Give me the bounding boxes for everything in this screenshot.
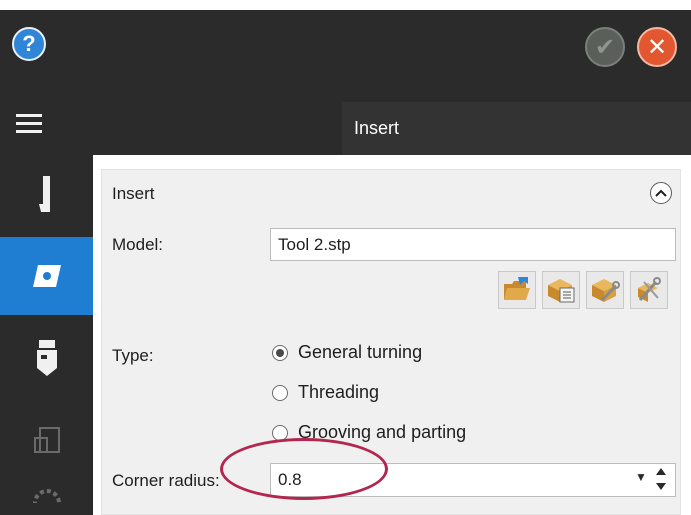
layout-icon xyxy=(33,427,60,453)
edit-model-button[interactable] xyxy=(586,271,624,309)
wrench-settings-icon xyxy=(638,277,661,302)
radio-selected-icon xyxy=(272,344,288,361)
box-list-icon xyxy=(548,279,575,303)
hamburger-menu-icon[interactable] xyxy=(16,114,42,134)
sidebar-item-insert[interactable] xyxy=(0,237,93,315)
radio-label: General turning xyxy=(298,342,423,362)
settings-model-button[interactable] xyxy=(630,271,668,309)
sidebar-item-settings[interactable] xyxy=(0,483,93,515)
model-label: Model: xyxy=(112,235,164,254)
dropdown-arrow-icon[interactable]: ▼ xyxy=(635,470,647,484)
spinner-arrows-icon[interactable] xyxy=(655,466,667,492)
menu-bar xyxy=(0,102,342,155)
collapse-button[interactable] xyxy=(650,182,672,204)
top-bar: ? ✔ ✕ xyxy=(0,10,691,102)
radio-unselected-icon xyxy=(272,424,288,441)
turret-icon xyxy=(36,340,57,376)
gear-icon xyxy=(32,489,61,503)
model-list-button[interactable] xyxy=(542,271,580,309)
tool-holder-icon xyxy=(38,176,50,212)
radio-grooving-parting[interactable]: Grooving and parting xyxy=(272,422,466,443)
sidebar-item-turret[interactable] xyxy=(0,319,93,397)
insert-group: Insert Model: Tool 2.stp Type: General t… xyxy=(101,169,681,515)
radio-general-turning[interactable]: General turning xyxy=(272,342,422,363)
properties-panel: Insert Model: Tool 2.stp Type: General t… xyxy=(93,155,691,515)
type-label: Type: xyxy=(112,346,154,365)
sidebar-item-holder[interactable] xyxy=(0,155,93,233)
radio-unselected-icon xyxy=(272,384,288,401)
tab-insert[interactable]: Insert xyxy=(342,102,691,155)
sidebar xyxy=(0,155,93,515)
radio-label: Threading xyxy=(298,382,380,402)
model-field[interactable] xyxy=(270,228,676,261)
open-folder-icon xyxy=(504,277,530,300)
corner-radius-label: Corner radius: xyxy=(112,471,220,490)
close-button[interactable]: ✕ xyxy=(637,27,677,67)
group-title: Insert xyxy=(112,184,155,203)
box-wrench-icon xyxy=(592,279,620,302)
help-icon[interactable]: ? xyxy=(12,27,46,61)
chevron-up-icon xyxy=(655,189,667,197)
sidebar-item-layout[interactable] xyxy=(0,401,93,479)
ok-button[interactable]: ✔ xyxy=(585,27,625,67)
radio-threading[interactable]: Threading xyxy=(272,382,379,403)
corner-radius-field[interactable] xyxy=(270,463,676,497)
insert-icon xyxy=(32,265,61,287)
open-model-button[interactable] xyxy=(498,271,536,309)
radio-label: Grooving and parting xyxy=(298,422,467,442)
